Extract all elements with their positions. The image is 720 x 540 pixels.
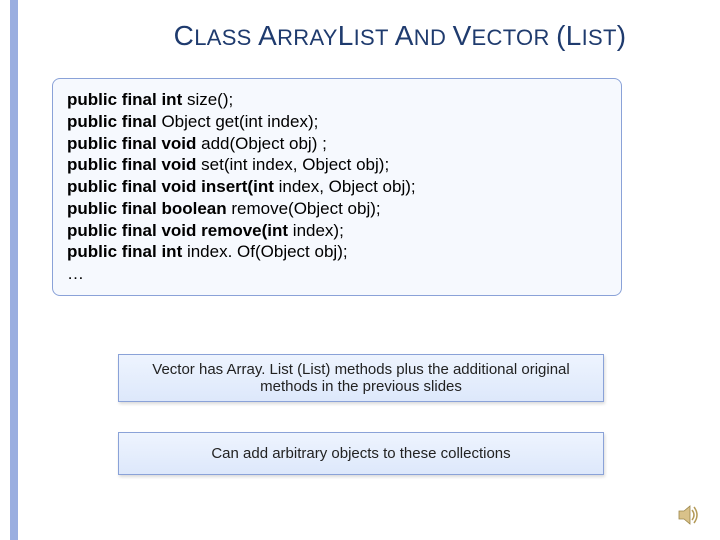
info-box-arbitrary-note: Can add arbitrary objects to these colle…: [118, 432, 604, 475]
code-box: public final int size(); public final Ob…: [52, 78, 622, 296]
title-part: L: [566, 20, 582, 51]
info-text: methods in the previous slides: [129, 378, 593, 395]
code-line: public final boolean remove(Object obj);: [67, 198, 607, 220]
title-part: V: [453, 20, 472, 51]
info-box-vector-note: Vector has Array. List (List) methods pl…: [118, 354, 604, 402]
code-line: public final void insert(int index, Obje…: [67, 176, 607, 198]
title-part: IST: [582, 25, 617, 50]
slide-title: CLASS ARRAYLIST AND VECTOR (LIST): [174, 21, 627, 51]
title-part: C: [174, 20, 195, 51]
code-line: …: [67, 263, 607, 285]
info-text: Vector has Array. List (List) methods pl…: [129, 361, 593, 378]
title-part: LASS: [194, 25, 258, 50]
title-part: A: [258, 20, 277, 51]
title-part: (: [556, 20, 566, 51]
code-line: public final void add(Object obj) ;: [67, 133, 607, 155]
code-line: public final Object get(int index);: [67, 111, 607, 133]
code-line: public final int size();: [67, 89, 607, 111]
code-line: public final int index. Of(Object obj);: [67, 241, 607, 263]
title-part: L: [338, 20, 354, 51]
title-container: CLASS ARRAYLIST AND VECTOR (LIST): [110, 20, 690, 52]
slide: CLASS ARRAYLIST AND VECTOR (LIST) public…: [0, 0, 720, 540]
title-part: ): [617, 20, 627, 51]
title-part: ND: [414, 25, 453, 50]
title-part: A: [395, 20, 414, 51]
title-part: ECTOR: [472, 25, 557, 50]
code-line: public final void remove(int index);: [67, 220, 607, 242]
speaker-icon: [678, 504, 702, 526]
title-part: RRAY: [277, 25, 338, 50]
code-line: public final void set(int index, Object …: [67, 154, 607, 176]
info-text: Can add arbitrary objects to these colle…: [211, 445, 510, 462]
title-part: IST: [354, 25, 395, 50]
left-accent-bar: [10, 0, 18, 540]
